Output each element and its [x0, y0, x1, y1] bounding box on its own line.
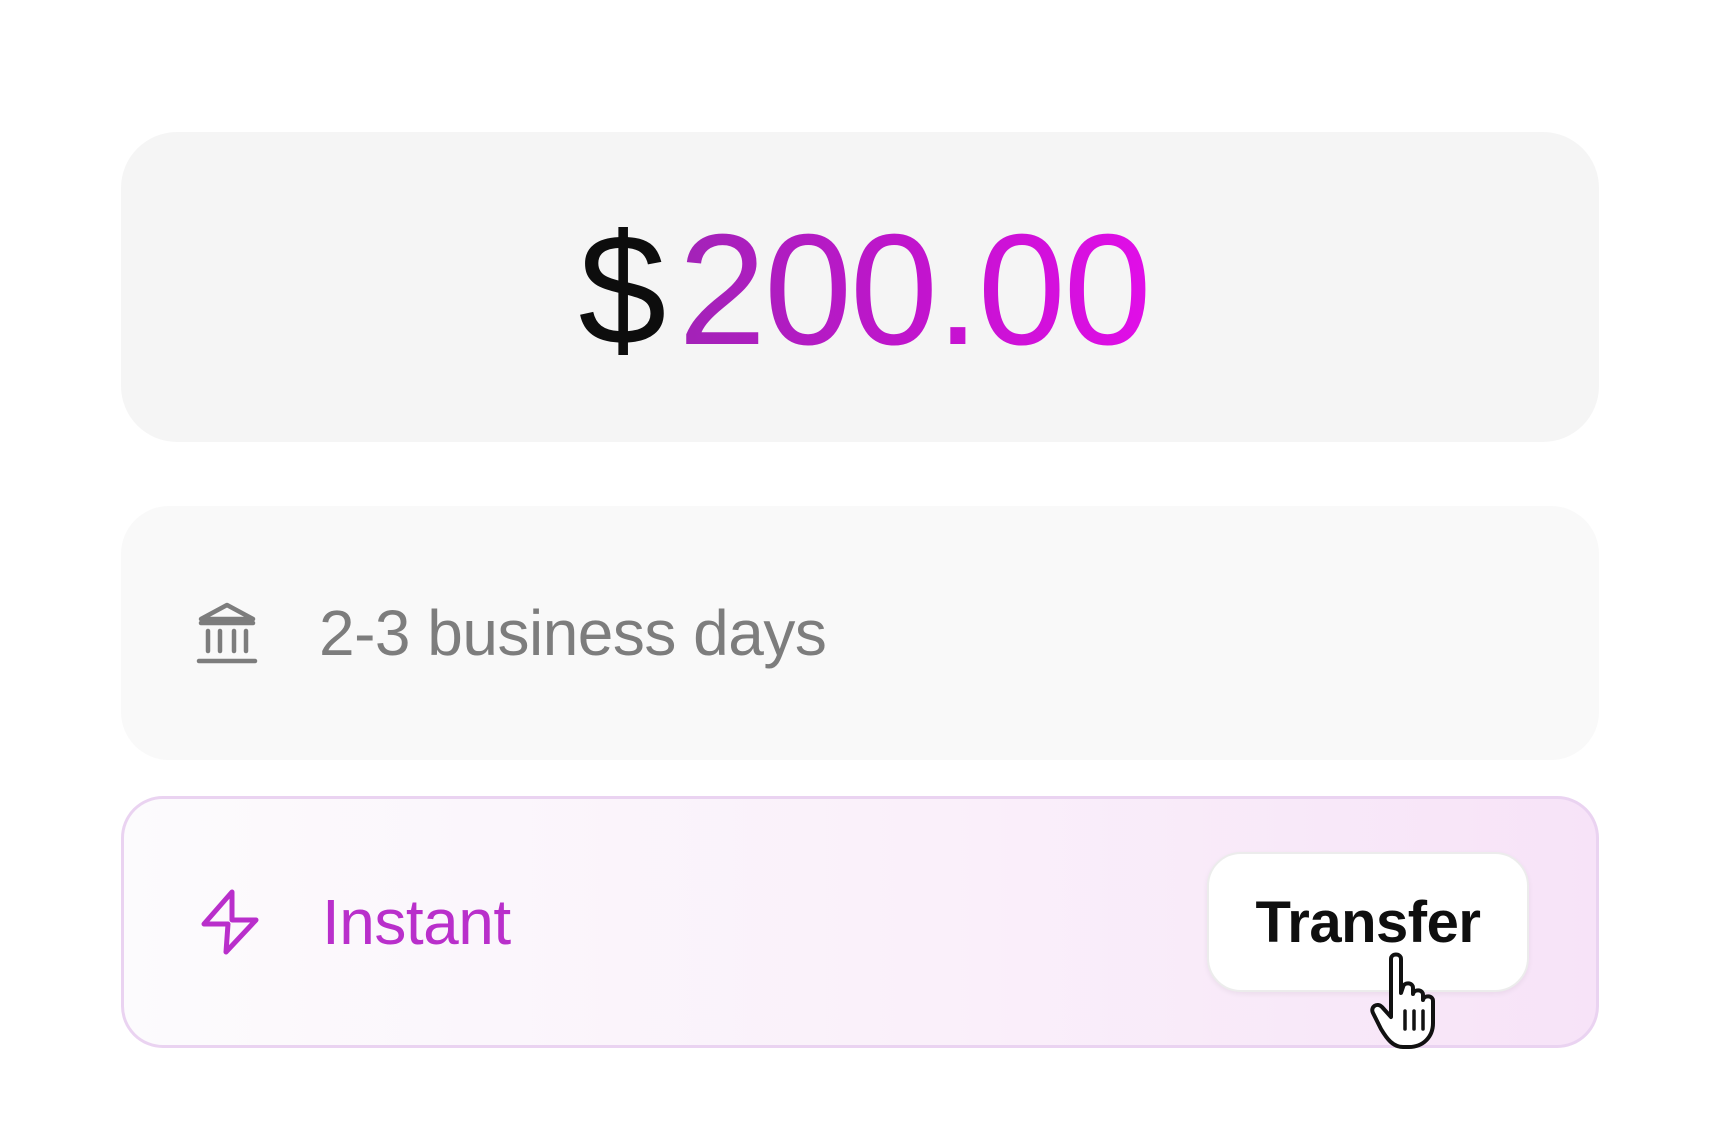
amount-value: 200.00 — [678, 202, 1151, 378]
lightning-bolt-icon — [198, 888, 262, 956]
standard-transfer-option[interactable]: 2-3 business days — [121, 506, 1599, 760]
bank-icon — [195, 599, 259, 667]
hand-pointer-cursor-icon — [1369, 951, 1451, 1051]
instant-transfer-option[interactable]: Instant Transfer — [121, 796, 1599, 1051]
amount-display: $200.00 — [578, 211, 1151, 369]
instant-transfer-label: Instant — [322, 886, 511, 958]
amount-card: $200.00 — [121, 132, 1599, 442]
transfer-button[interactable]: Transfer — [1207, 852, 1529, 992]
standard-transfer-label: 2-3 business days — [319, 597, 827, 669]
currency-symbol: $ — [578, 202, 666, 378]
